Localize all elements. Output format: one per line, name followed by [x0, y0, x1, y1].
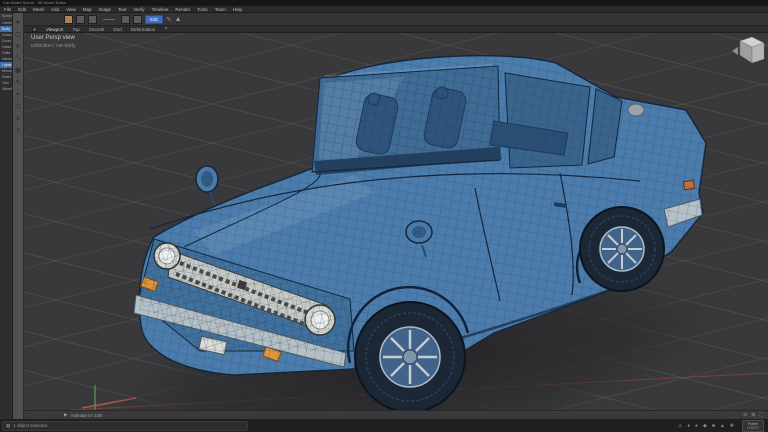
pivot-tool-icon[interactable]: ▲	[175, 15, 182, 24]
mirror-toggle-button[interactable]	[88, 14, 97, 24]
menu-map[interactable]: Map	[83, 6, 92, 13]
selection-status-text: 1 object selected	[13, 423, 48, 428]
viewport-3d[interactable]: User Persp view collection / car-body	[24, 33, 768, 410]
menu-add[interactable]: Add	[51, 6, 59, 13]
outliner-row-wheels[interactable]: Wheels	[0, 86, 12, 92]
rotate-tool-icon[interactable]: ⟳	[14, 43, 23, 51]
main-toolbar: Edit ∿ ▲	[24, 13, 768, 26]
play-small-icon[interactable]: ▲	[720, 423, 725, 429]
selection-status-pill[interactable]: ▦ 1 object selected	[2, 420, 248, 431]
box-tool-icon[interactable]: ▢	[14, 31, 23, 39]
menu-mesh[interactable]: Mesh	[33, 6, 44, 13]
frame-counter-value: 128/297	[746, 425, 760, 430]
menu-text[interactable]: Text	[118, 6, 126, 13]
frame-counter-box: Frame 128/297	[742, 419, 764, 432]
window-title: Car Model Scene - 3D Model Editor	[3, 0, 67, 5]
menu-bar: File Edit Mesh Add View Map Image Text V…	[0, 6, 768, 13]
menu-tools[interactable]: Tools	[197, 6, 208, 13]
menu-render[interactable]: Render	[175, 6, 190, 13]
diamond-icon[interactable]: ♦	[687, 423, 690, 429]
add-icon[interactable]: ✚	[730, 423, 734, 429]
toolbar-divider	[103, 18, 115, 20]
snap-toggle-button[interactable]	[76, 14, 85, 24]
menu-view[interactable]: View	[66, 6, 76, 13]
menu-help[interactable]: Help	[233, 6, 242, 13]
glass-wireframe-overlay	[312, 66, 500, 172]
viewport-view-label[interactable]: User Persp view	[31, 35, 75, 41]
tab-grid[interactable]: Grid	[113, 26, 122, 33]
menu-file[interactable]: File	[4, 6, 11, 13]
scale-tool-icon[interactable]: ⤡	[14, 55, 23, 63]
menu-team[interactable]: Team	[215, 6, 226, 13]
outliner-header: Scene	[0, 13, 12, 20]
zoom-out-icon[interactable]: ⊖	[743, 412, 747, 418]
tab-deformation[interactable]: Deformation	[131, 26, 156, 33]
scene-outliner-panel: Scene Camera Body Chassis Doors Glass Gr…	[0, 13, 13, 419]
viewport-tab-icon	[32, 26, 37, 32]
measure-tool-icon[interactable]: ⌖	[14, 91, 23, 99]
menu-image[interactable]: Image	[99, 6, 112, 13]
tab-viewport[interactable]: Viewport	[46, 26, 63, 33]
edit-mode-button[interactable]: Edit	[145, 14, 163, 24]
status-icon-cluster: ⚠ ♦ ● ◆ ■ ▲ ✚	[678, 423, 734, 429]
record-icon[interactable]: ●	[695, 423, 698, 429]
view-cube-gizmo[interactable]	[732, 36, 765, 64]
status-bar: ▦ 1 object selected ⚠ ♦ ● ◆ ■ ▲ ✚ Frame …	[0, 419, 768, 432]
stop-icon[interactable]: ■	[712, 423, 715, 429]
pen-tool-icon[interactable]: ✎	[14, 79, 23, 87]
viewport-canvas[interactable]	[24, 33, 768, 410]
tab-close-icon[interactable]: ✕	[164, 26, 168, 32]
material-swatch-button[interactable]	[64, 14, 73, 24]
keyframe-icon[interactable]: ◆	[703, 423, 707, 429]
tab-smooth[interactable]: Smooth	[89, 26, 105, 33]
rear-wheel[interactable]	[579, 206, 665, 292]
shaded-view-button[interactable]	[133, 14, 142, 24]
poly-tool-icon[interactable]: ⬡	[14, 103, 23, 111]
fender-mirror-left[interactable]	[195, 165, 219, 206]
menu-timeline[interactable]: Timeline	[152, 6, 169, 13]
app-window: Car Model Scene - 3D Model Editor File E…	[0, 0, 768, 432]
play-icon[interactable]: ▶	[64, 412, 67, 418]
cut-tool-icon[interactable]: ⨯	[14, 115, 23, 123]
timeline-label: Animate 0 / 100	[70, 412, 102, 418]
menu-verify[interactable]: Verify	[133, 6, 144, 13]
layers-tool-icon[interactable]: ≡	[14, 127, 23, 135]
timeline-bar[interactable]: ▶ Animate 0 / 100 ⊖ ⊕ ⛶	[24, 410, 768, 419]
tool-strip: ➤ ▢ ⟳ ⤡ ▦ ✎ ⌖ ⬡ ⨯ ≡	[13, 13, 24, 419]
warning-icon[interactable]: ⚠	[678, 423, 682, 429]
rear-mirror-pod	[627, 103, 645, 117]
grid-tool-icon[interactable]: ▦	[14, 67, 23, 75]
grid-status-icon: ▦	[6, 422, 11, 428]
front-wheel[interactable]	[354, 301, 466, 410]
viewport-tab-row: Viewport Top Smooth Grid Deformation ✕	[24, 26, 768, 33]
zoom-in-icon[interactable]: ⊕	[751, 412, 755, 418]
wireframe-view-button[interactable]	[121, 14, 130, 24]
menu-edit[interactable]: Edit	[18, 6, 26, 13]
fit-view-icon[interactable]: ⛶	[759, 412, 763, 418]
tab-top[interactable]: Top	[72, 26, 79, 33]
curve-tool-icon[interactable]: ∿	[166, 15, 172, 24]
select-tool-icon[interactable]: ➤	[14, 19, 23, 27]
viewport-collection-label: collection / car-body	[31, 43, 76, 49]
